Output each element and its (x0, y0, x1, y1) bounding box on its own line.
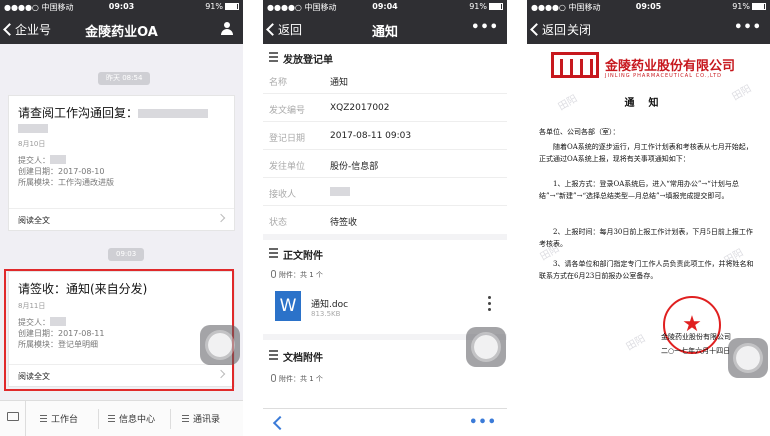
back-arrow-icon[interactable] (272, 415, 288, 431)
user-icon[interactable] (221, 22, 233, 36)
battery-indicator: 91% (469, 2, 503, 11)
battery-icon (752, 3, 766, 10)
file-more-icon[interactable] (488, 296, 491, 314)
notice-title: 通知 (624, 98, 673, 109)
more-button[interactable]: ••• (471, 20, 499, 35)
highlight-box (4, 269, 234, 391)
addressee: 各单位、公司各部（室）： (539, 128, 620, 136)
screen-notice-document: ●●●●○ 中国移动 09:05 91% 返回 关闭 ••• 金陵药业股份有限公… (527, 0, 770, 436)
tab-workbench[interactable]: 工作台 (40, 412, 78, 425)
word-file-icon[interactable]: W (275, 291, 301, 321)
more-button[interactable]: ••• (734, 20, 762, 35)
message-date: 8月10日 (18, 140, 46, 148)
company-logo (551, 52, 599, 78)
company-name-en: JINLING PHARMACEUTICAL CO.,LTD (605, 73, 722, 79)
paragraph-item-1: 1、上报方式：登录OA系统后，进入“常用办公”→“计划与总结”→“新建”→“选择… (539, 180, 739, 200)
message-card[interactable]: 请查阅工作沟通回复： 8月10日 提交人： 创建日期：2017-08-10 所属… (8, 95, 235, 231)
status-bar: ●●●●○ 中国移动 09:04 91% (263, 0, 507, 14)
tab-info-center[interactable]: 信息中心 (108, 412, 155, 425)
attachment-count: 附件：共 1 个 (271, 374, 323, 384)
menu-icon (40, 415, 47, 422)
battery-icon (225, 3, 239, 10)
close-button[interactable]: 关闭 (567, 21, 591, 38)
signature-date: 二○一七年六月十四日 (661, 347, 731, 355)
chevron-left-icon (530, 23, 543, 36)
status-bar: ●●●●○ 中国移动 09:03 91% (0, 0, 243, 14)
field-row: 接收人 (263, 178, 507, 206)
watermark: 田阳 (624, 333, 648, 353)
redacted-text (138, 109, 209, 118)
company-name: 金陵药业股份有限公司 (605, 59, 736, 74)
tab-bar: 工作台 信息中心 通讯录 (0, 400, 243, 436)
screen-notice-detail: ●●●●○ 中国移动 09:04 91% 返回 通知 ••• 发放登记单 名称通… (263, 0, 507, 436)
nav-bar: 企业号 金陵药业OA (0, 14, 243, 44)
assistive-touch-button[interactable] (466, 327, 506, 367)
timestamp-pill: 昨天 08:54 (98, 72, 151, 85)
paperclip-icon (271, 374, 276, 382)
back-button[interactable]: 返回 (530, 21, 567, 38)
nav-bar: 返回 通知 ••• (263, 14, 507, 44)
more-button[interactable]: ••• (469, 415, 497, 430)
nav-bar: 返回 关闭 ••• (527, 14, 770, 44)
file-size: 813.5KB (311, 310, 341, 318)
field-row: 发往单位 股份-信息部 (263, 150, 507, 178)
redacted-text (50, 155, 66, 164)
redacted-text (18, 124, 48, 133)
list-icon (269, 248, 278, 258)
read-full-label: 阅读全文 (18, 216, 50, 225)
screen-oa-message-list: ●●●●○ 中国移动 09:03 91% 企业号 金陵药业OA 昨天 08:54… (0, 0, 243, 436)
battery-percent: 91% (205, 2, 223, 11)
battery-percent: 91% (732, 2, 750, 11)
paperclip-icon (271, 270, 276, 278)
keyboard-icon (7, 412, 19, 421)
message-title: 请查阅工作沟通回复： (9, 96, 234, 135)
paragraph-item-3: 3、请各单位和部门指定专门工作人员负责此项工作，并将姓名和联系方式在6月23日前… (539, 260, 754, 280)
field-row: 登记日期 2017-08-11 09:03 (263, 122, 507, 150)
menu-icon (182, 415, 189, 422)
message-created: 创建日期：2017-08-10 (18, 167, 105, 176)
assistive-touch-button[interactable] (200, 325, 240, 365)
field-row: 名称 通知 (263, 66, 507, 94)
battery-indicator: 91% (205, 2, 239, 11)
list-icon (269, 52, 278, 62)
chevron-right-icon (216, 213, 226, 223)
page-title: 金陵药业OA (85, 25, 158, 40)
section-header-body-attachment: 正文附件 (263, 240, 507, 266)
file-name[interactable]: 通知.doc (311, 297, 348, 310)
menu-icon (108, 415, 115, 422)
paragraph-intro: 随着OA系统的逐步运行，月工作计划表和考核表从七月开始起，正式通过OA系统上报，… (539, 143, 753, 163)
message-module: 所属模块：工作沟通改进版 (18, 178, 114, 187)
list-icon (269, 350, 278, 360)
keyboard-toggle[interactable] (0, 401, 26, 436)
field-row: 发文编号 XQZ2017002 (263, 94, 507, 122)
signature-company: 金陵药业股份有限公司 (661, 333, 731, 341)
read-full-button[interactable]: 阅读全文 (9, 208, 234, 230)
bottom-toolbar: ••• (263, 408, 507, 436)
redacted-text (330, 187, 350, 196)
battery-icon (489, 3, 503, 10)
status-bar: ●●●●○ 中国移动 09:05 91% (527, 0, 770, 14)
back-label: 返回 (542, 23, 567, 37)
attachment-count: 附件：共 1 个 (271, 270, 323, 280)
battery-indicator: 91% (732, 2, 766, 11)
assistive-touch-button[interactable] (728, 338, 768, 378)
field-row: 状态 待签收 (269, 218, 358, 228)
paragraph-item-2: 2、上报时间：每月30日前上报工作计划表，下月5日前上报工作考核表。 (539, 228, 753, 248)
timestamp-pill: 09:03 (108, 248, 145, 261)
battery-percent: 91% (469, 2, 487, 11)
tab-contacts[interactable]: 通讯录 (182, 412, 220, 425)
message-submitter: 提交人： (9, 149, 234, 166)
